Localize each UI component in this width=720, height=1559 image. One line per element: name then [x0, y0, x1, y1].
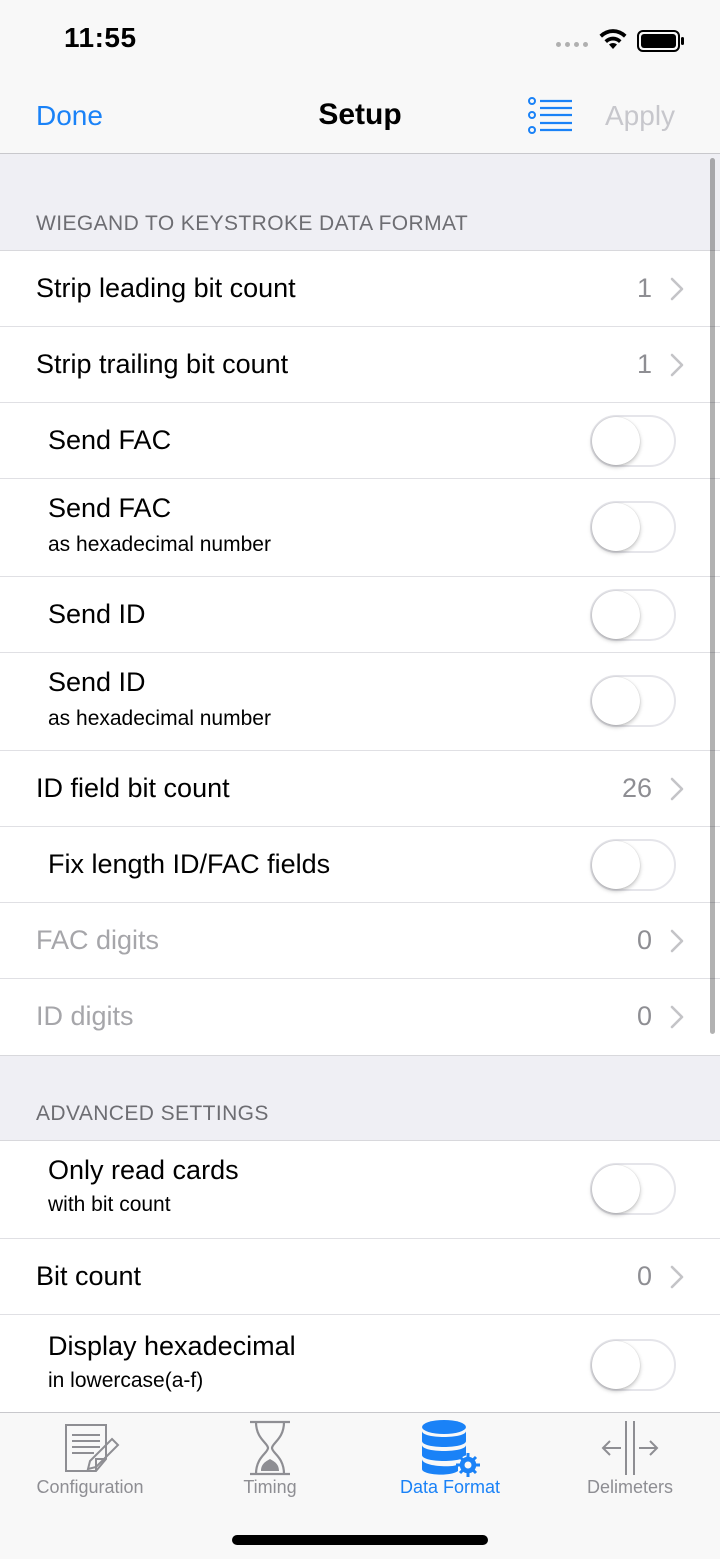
chevron-right-icon: [670, 277, 684, 301]
row-value: 0: [636, 925, 652, 955]
row-sublabel: as hexadecimal number: [48, 533, 271, 556]
fac-digits-row[interactable]: FAC digits 0: [0, 903, 720, 979]
row-label: Send ID: [48, 667, 146, 697]
row-label: Send FAC: [48, 425, 172, 455]
display-hexadecimal-row: Display hexadecimal in lowercase(a-f): [0, 1315, 720, 1412]
home-indicator: [232, 1535, 488, 1545]
tab-configuration[interactable]: Configuration: [0, 1413, 180, 1513]
row-label: Send ID: [48, 599, 146, 629]
wifi-icon: [599, 29, 627, 49]
toggle-knob: [592, 1341, 640, 1389]
toggle-knob: [592, 503, 640, 551]
toggle-knob: [592, 677, 640, 725]
only-read-cards-toggle[interactable]: [590, 1163, 676, 1215]
send-fac-toggle[interactable]: [590, 415, 676, 467]
row-label: Bit count: [36, 1261, 142, 1291]
row-label: ID field bit count: [36, 773, 230, 803]
battery-icon: [637, 30, 684, 52]
chevron-right-icon: [670, 777, 684, 801]
send-fac-hex-row: Send FAC as hexadecimal number: [0, 479, 720, 577]
section-header-advanced: ADVANCED SETTINGS: [36, 1102, 269, 1125]
configuration-icon: [65, 1424, 120, 1472]
toggle-knob: [592, 591, 640, 639]
toggle-knob: [592, 417, 640, 465]
navigation-bar: Done Setup Apply: [0, 78, 720, 154]
chevron-right-icon: [670, 1005, 684, 1029]
row-value: 0: [636, 1001, 652, 1031]
row-sublabel: with bit count: [48, 1193, 171, 1216]
row-sublabel: as hexadecimal number: [48, 707, 271, 730]
tab-label: Configuration: [36, 1477, 144, 1497]
tab-delimeters[interactable]: Delimeters: [540, 1413, 720, 1513]
row-label: Strip trailing bit count: [36, 349, 289, 379]
fix-length-fields-row: Fix length ID/FAC fields: [0, 827, 720, 903]
settings-list[interactable]: WIEGAND TO KEYSTROKE DATA FORMAT Strip l…: [0, 154, 720, 1412]
send-fac-hex-toggle[interactable]: [590, 501, 676, 553]
row-label: Fix length ID/FAC fields: [48, 849, 331, 879]
row-label: Display hexadecimal: [48, 1331, 296, 1361]
status-bar: 11:55: [0, 0, 720, 78]
bit-count-row[interactable]: Bit count 0: [0, 1239, 720, 1315]
send-id-toggle[interactable]: [590, 589, 676, 641]
hourglass-icon: [250, 1420, 290, 1476]
row-value: 0: [636, 1261, 652, 1291]
list-icon[interactable]: [526, 96, 574, 136]
send-id-hex-toggle[interactable]: [590, 675, 676, 727]
tab-timing[interactable]: Timing: [180, 1413, 360, 1513]
row-label: Strip leading bit count: [36, 273, 296, 303]
toggle-knob: [592, 841, 640, 889]
row-value: 26: [621, 773, 652, 803]
tab-label: Delimeters: [586, 1477, 674, 1497]
database-gear-icon: [422, 1420, 480, 1477]
advanced-settings-group: Only read cards with bit count Bit count…: [0, 1140, 720, 1412]
send-fac-row: Send FAC: [0, 403, 720, 479]
chevron-right-icon: [670, 1265, 684, 1289]
row-value: 1: [636, 273, 652, 303]
chevron-right-icon: [670, 353, 684, 377]
section-header-data-format: WIEGAND TO KEYSTROKE DATA FORMAT: [36, 212, 469, 235]
data-format-group: Strip leading bit count 1 Strip trailing…: [0, 250, 720, 1056]
row-sublabel: in lowercase(a-f): [48, 1369, 204, 1392]
tab-label: Timing: [243, 1477, 297, 1497]
row-label: ID digits: [36, 1001, 134, 1031]
apply-button[interactable]: Apply: [605, 100, 675, 132]
id-field-bit-count-row[interactable]: ID field bit count 26: [0, 751, 720, 827]
send-id-row: Send ID: [0, 577, 720, 653]
strip-leading-bit-count-row[interactable]: Strip leading bit count 1: [0, 251, 720, 327]
row-label: Only read cards: [48, 1155, 239, 1185]
status-time: 11:55: [64, 22, 137, 53]
fix-length-fields-toggle[interactable]: [590, 839, 676, 891]
only-read-cards-row: Only read cards with bit count: [0, 1141, 720, 1239]
tab-label: Data Format: [399, 1477, 501, 1497]
toggle-knob: [592, 1165, 640, 1213]
row-value: 1: [636, 349, 652, 379]
cellular-signal-icon: [556, 42, 588, 47]
row-label: Send FAC: [48, 493, 172, 523]
display-hexadecimal-toggle[interactable]: [590, 1339, 676, 1391]
chevron-right-icon: [670, 929, 684, 953]
tab-data-format[interactable]: Data Format: [360, 1413, 540, 1513]
scrollbar[interactable]: [710, 158, 715, 1034]
send-id-hex-row: Send ID as hexadecimal number: [0, 653, 720, 751]
delimiters-icon: [601, 1421, 659, 1475]
id-digits-row[interactable]: ID digits 0: [0, 979, 720, 1055]
strip-trailing-bit-count-row[interactable]: Strip trailing bit count 1: [0, 327, 720, 403]
row-label: FAC digits: [36, 925, 160, 955]
